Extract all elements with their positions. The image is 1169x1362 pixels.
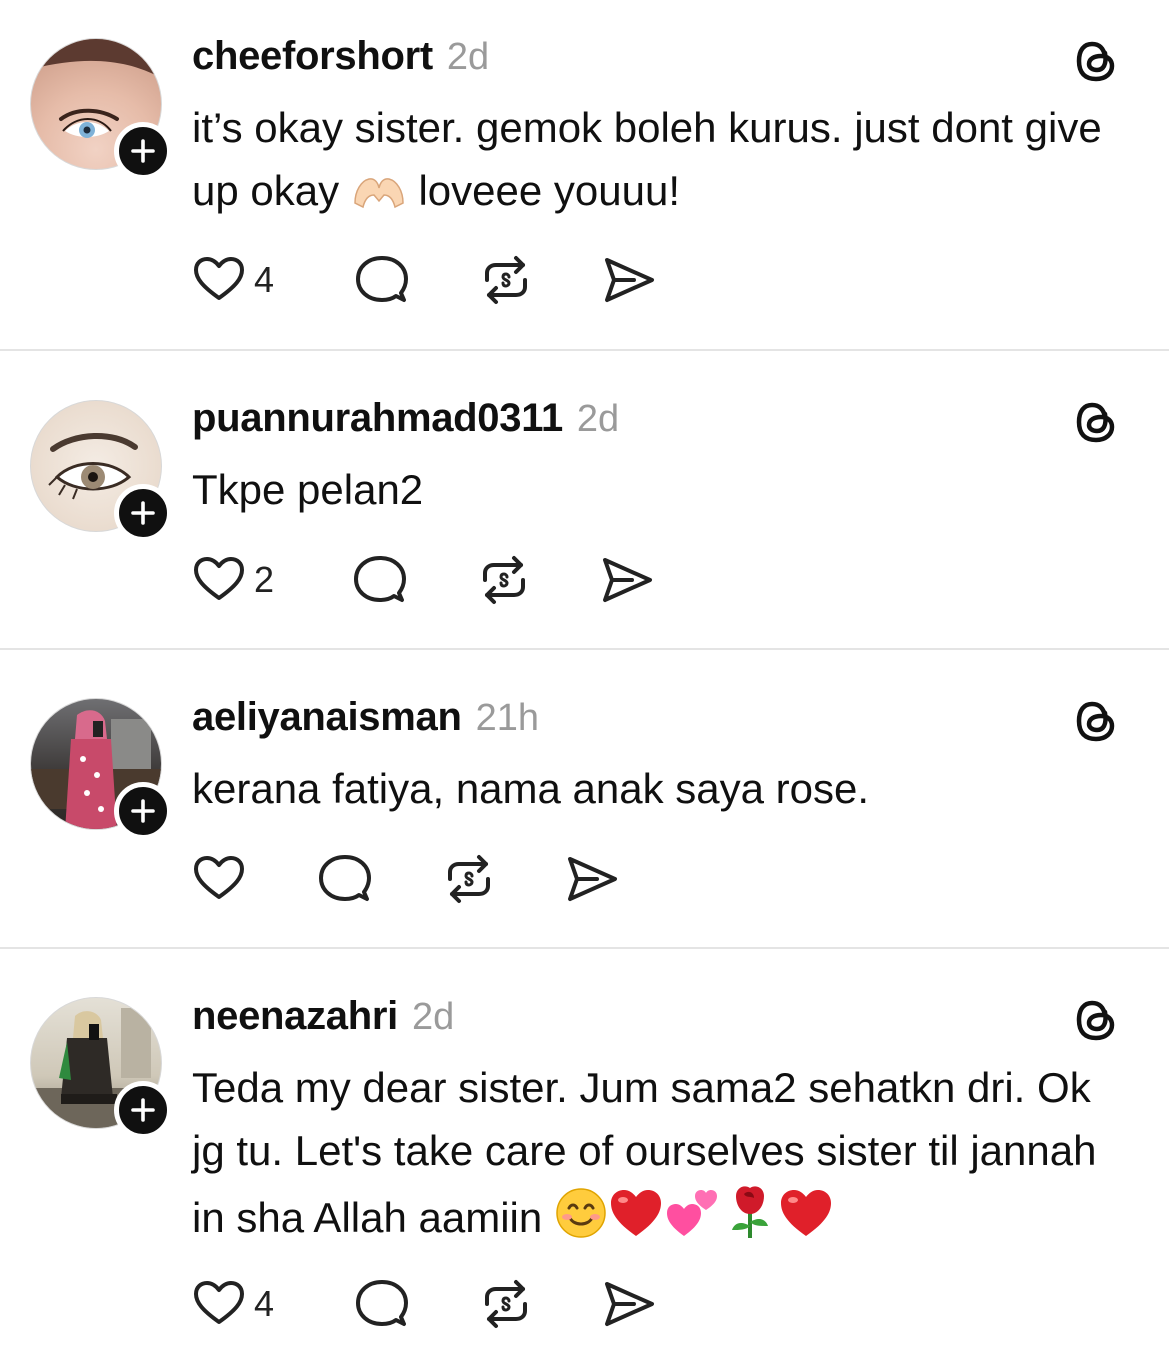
avatar-container[interactable] (30, 400, 172, 542)
like-button[interactable]: 4 (192, 1277, 274, 1331)
repost-button[interactable] (477, 553, 531, 607)
like-count: 4 (254, 1283, 275, 1324)
share-button[interactable] (602, 1277, 656, 1331)
repost-button[interactable] (479, 253, 533, 307)
threads-logo-icon[interactable] (1072, 397, 1120, 447)
heart-outline-icon (192, 553, 246, 607)
reply-post: cheeforshort 2d it’s okay sister. gemok … (0, 0, 1169, 350)
avatar-container[interactable] (30, 38, 172, 180)
reply-post: aeliyanaisman 21h kerana fatiya, nama an… (0, 649, 1169, 948)
repost-arrows-icon (442, 852, 496, 906)
share-button[interactable] (565, 852, 619, 906)
threads-logo-icon[interactable] (1072, 696, 1120, 746)
reply-button[interactable] (353, 553, 407, 607)
username[interactable]: neenazahri (192, 994, 398, 1039)
action-bar: 4 (192, 1277, 672, 1331)
post-text-body: kerana fatiya, nama anak saya rose. (192, 765, 870, 812)
send-paper-plane-icon (600, 553, 654, 607)
like-count: 2 (254, 559, 275, 600)
follow-button[interactable] (114, 122, 172, 180)
heart-outline-icon (192, 852, 246, 906)
heart-hands-emoji (351, 167, 407, 230)
threads-logo-icon[interactable] (1072, 995, 1120, 1045)
reply-button[interactable] (355, 1277, 409, 1331)
post-text: it’s okay sister. gemok boleh kurus. jus… (192, 96, 1132, 230)
speech-bubble-icon (355, 1277, 409, 1331)
like-button[interactable] (192, 852, 254, 906)
speech-bubble-icon (353, 553, 407, 607)
threads-reply-feed: cheeforshort 2d it’s okay sister. gemok … (0, 0, 1169, 1362)
two-hearts-emoji (664, 1186, 722, 1257)
post-text-body: Tkpe pelan2 (192, 466, 424, 513)
send-paper-plane-icon (565, 852, 619, 906)
reply-button[interactable] (355, 253, 409, 307)
heart-outline-icon (192, 1277, 246, 1331)
post-text: Tkpe pelan2 (192, 458, 1132, 521)
plus-icon (130, 1097, 156, 1123)
post-time: 2d (446, 36, 490, 78)
like-count: 4 (254, 259, 275, 300)
rose-emoji (722, 1182, 778, 1257)
plus-icon (130, 500, 156, 526)
like-button[interactable]: 2 (192, 553, 274, 607)
send-paper-plane-icon (602, 253, 656, 307)
post-header: neenazahri 2d (192, 994, 454, 1039)
speech-bubble-icon (355, 253, 409, 307)
reply-button[interactable] (318, 852, 372, 906)
red-heart-emoji (608, 1186, 664, 1257)
repost-arrows-icon (477, 553, 531, 607)
speech-bubble-icon (318, 852, 372, 906)
action-bar (192, 852, 632, 906)
like-button[interactable]: 4 (192, 253, 274, 307)
follow-button[interactable] (114, 1081, 172, 1139)
post-time: 2d (576, 398, 620, 440)
repost-arrows-icon (479, 253, 533, 307)
avatar-container[interactable] (30, 698, 172, 840)
repost-arrows-icon (479, 1277, 533, 1331)
post-header: puannurahmad0311 2d (192, 396, 619, 441)
username[interactable]: puannurahmad0311 (192, 396, 563, 441)
post-header: aeliyanaisman 21h (192, 695, 539, 740)
plus-icon (130, 138, 156, 164)
threads-logo-icon[interactable] (1072, 36, 1120, 86)
follow-button[interactable] (114, 484, 172, 542)
post-text: kerana fatiya, nama anak saya rose. (192, 757, 1132, 820)
red-heart-emoji (778, 1186, 834, 1257)
send-paper-plane-icon (602, 1277, 656, 1331)
follow-button[interactable] (114, 782, 172, 840)
post-time: 2d (411, 996, 455, 1038)
username[interactable]: aeliyanaisman (192, 695, 462, 740)
username[interactable]: cheeforshort (192, 34, 433, 79)
reply-post: neenazahri 2d Teda my dear sister. Jum s… (0, 948, 1169, 1362)
repost-button[interactable] (479, 1277, 533, 1331)
reply-post: puannurahmad0311 2d Tkpe pelan2 2 (0, 350, 1169, 649)
share-button[interactable] (602, 253, 656, 307)
share-button[interactable] (600, 553, 654, 607)
post-text-tail: loveee youuu! (418, 167, 680, 214)
smiling-face-emoji (554, 1186, 608, 1257)
action-bar: 4 (192, 253, 672, 307)
plus-icon (130, 798, 156, 824)
heart-outline-icon (192, 253, 246, 307)
action-bar: 2 (192, 553, 672, 607)
avatar-container[interactable] (30, 997, 172, 1139)
post-text: Teda my dear sister. Jum sama2 sehatkn d… (192, 1056, 1132, 1257)
repost-button[interactable] (442, 852, 496, 906)
post-header: cheeforshort 2d (192, 34, 489, 79)
post-time: 21h (475, 697, 540, 739)
